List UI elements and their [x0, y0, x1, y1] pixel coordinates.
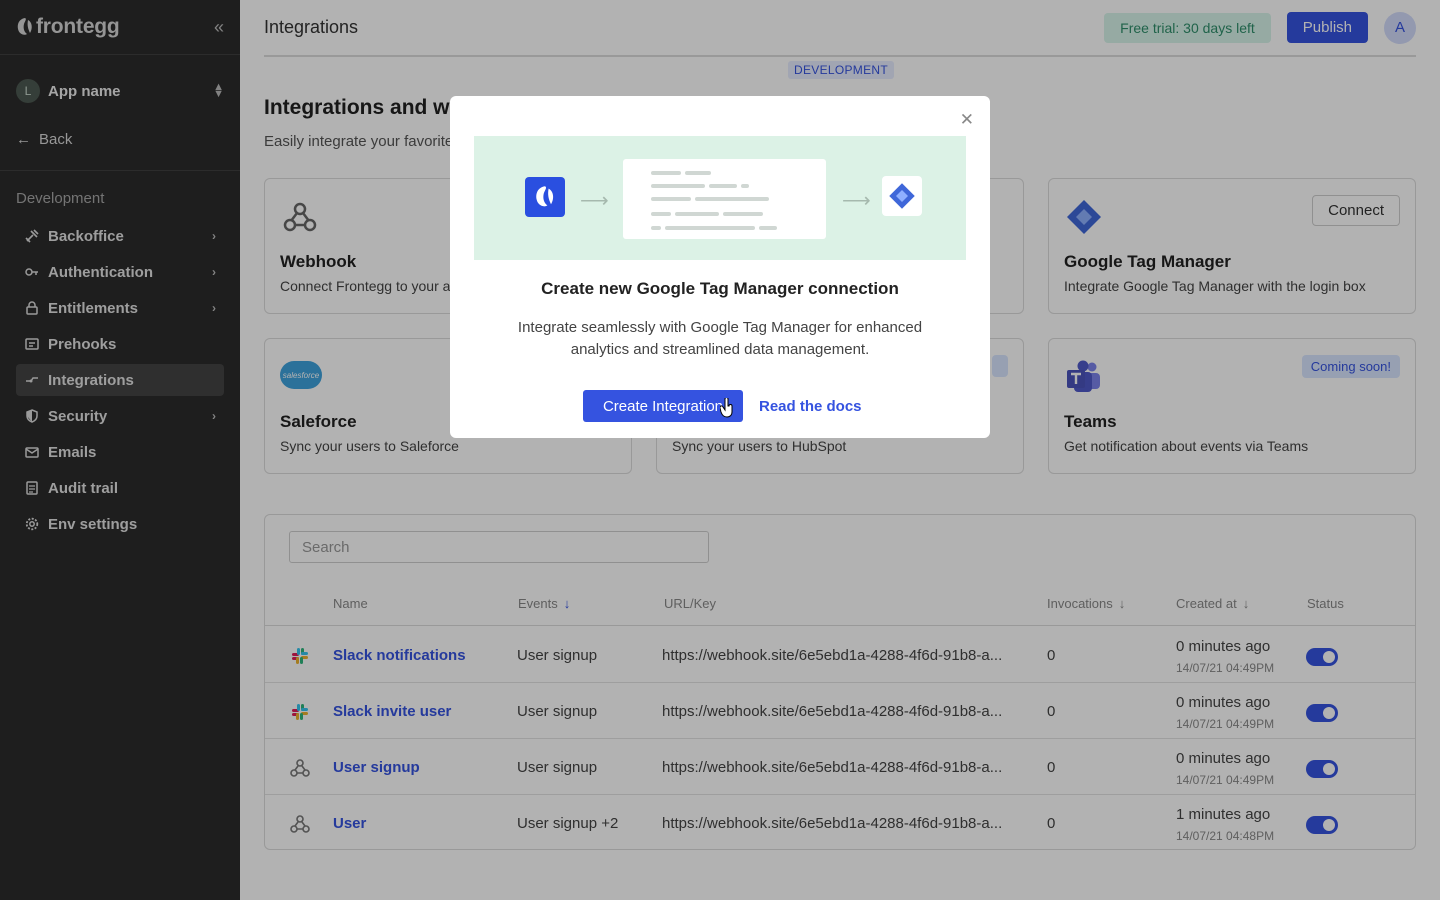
arrow-right-icon: ⟶ [580, 190, 609, 212]
arrow-right-icon: ⟶ [842, 190, 871, 212]
create-connection-modal: ✕ ⟶ ⟶ Create new Google Tag Manager conn… [450, 96, 990, 438]
frontegg-app-icon [525, 177, 565, 217]
close-icon[interactable]: ✕ [960, 110, 974, 130]
document-illustration [623, 159, 826, 239]
gtm-icon [882, 176, 922, 216]
create-integration-button[interactable]: Create Integration [583, 390, 743, 422]
modal-description: Integrate seamlessly with Google Tag Man… [517, 319, 923, 358]
hand-cursor-icon [720, 398, 733, 418]
modal-title: Create new Google Tag Manager connection [541, 279, 899, 298]
modal-illustration: ⟶ ⟶ [474, 136, 966, 260]
read-docs-link[interactable]: Read the docs [759, 398, 862, 415]
